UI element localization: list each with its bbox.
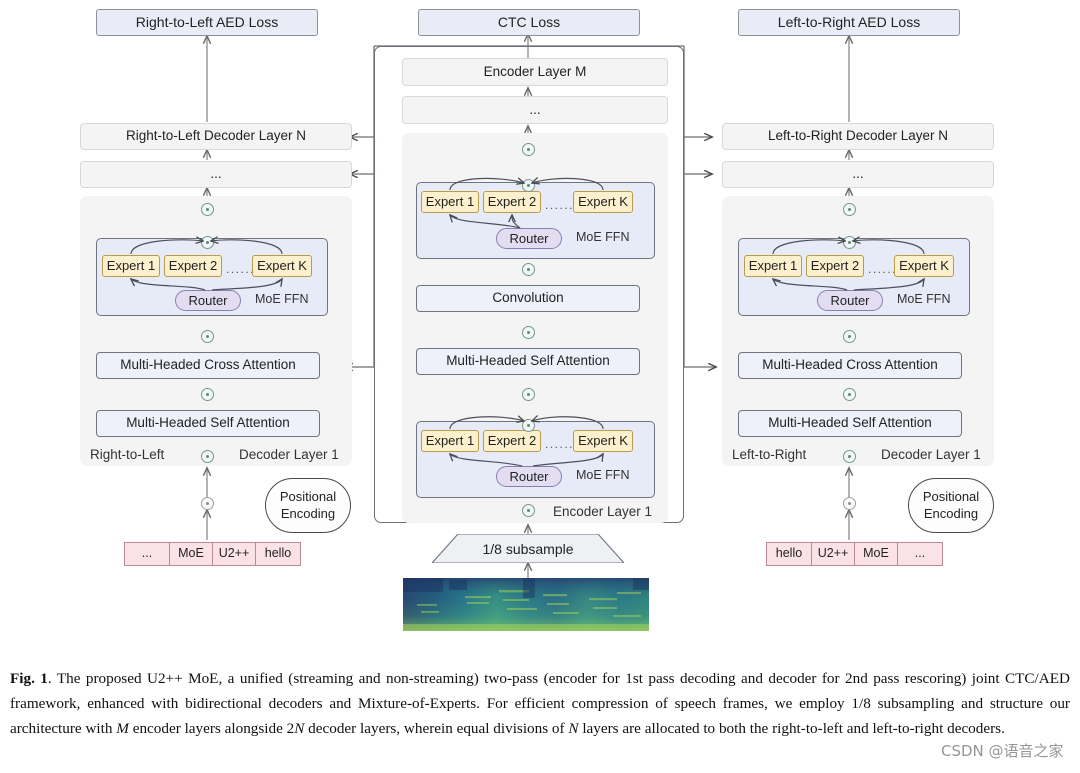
left-decoder-cross-attention: Multi-Headed Cross Attention: [96, 352, 320, 379]
encoder-upper-router: Router: [496, 228, 562, 249]
right-decoder-expert-2: Expert 2: [806, 255, 864, 277]
left-node-input-add: [201, 450, 214, 463]
right-token-2: MoE: [854, 542, 897, 566]
encoder-lower-moe-label: MoE FFN: [576, 468, 630, 482]
encoder-node-input-add: [522, 504, 535, 517]
left-node-crossattn-res: [201, 330, 214, 343]
right-token-3: ...: [897, 542, 943, 566]
right-decoder-expert-k: Expert K: [894, 255, 954, 277]
right-to-left-decoder-ellipsis-layer: ...: [80, 161, 352, 188]
caption-var-n-1: N: [294, 720, 305, 737]
right-decoder-token-strip: hello U2++ MoE ...: [766, 542, 943, 566]
caption-text-2: encoder layers alongside 2: [128, 720, 295, 737]
encoder-ellipsis-layer: ...: [402, 96, 668, 124]
left-decoder-expert-ellipsis: ......: [226, 262, 256, 276]
spectrogram-input: [403, 578, 649, 631]
right-decoder-layer-1-label: Decoder Layer 1: [881, 447, 981, 462]
caption-text-3: decoder layers, wherein equal divisions …: [304, 720, 569, 737]
right-pe-line-1: Positional: [922, 489, 980, 505]
right-node-moe-outer: [843, 203, 856, 216]
caption-figure-label: Fig. 1: [10, 670, 48, 687]
encoder-upper-moe-label: MoE FFN: [576, 230, 630, 244]
subsample-trapezoid: 1/8 subsample: [432, 534, 624, 563]
encoder-layer-m: Encoder Layer M: [402, 58, 668, 86]
right-decoder-expert-1: Expert 1: [744, 255, 802, 277]
left-node-moe-outer: [201, 203, 214, 216]
left-to-right-decoder-layer-n: Left-to-Right Decoder Layer N: [722, 123, 994, 150]
left-to-right-aed-loss-box: Left-to-Right AED Loss: [738, 9, 960, 36]
encoder-upper-expert-ellipsis: ......: [545, 198, 575, 212]
encoder-upper-expert-2: Expert 2: [483, 191, 541, 213]
right-positional-encoding: Positional Encoding: [908, 478, 994, 533]
ctc-loss-box: CTC Loss: [418, 9, 640, 36]
right-decoder-router: Router: [817, 290, 883, 311]
left-token-1: MoE: [169, 542, 212, 566]
caption-var-m: M: [116, 720, 129, 737]
right-decoder-expert-ellipsis: ......: [868, 262, 898, 276]
right-decoder-self-attention: Multi-Headed Self Attention: [738, 410, 962, 437]
encoder-lower-expert-2: Expert 2: [483, 430, 541, 452]
encoder-self-attention: Multi-Headed Self Attention: [416, 348, 640, 375]
left-decoder-expert-k: Expert K: [252, 255, 312, 277]
left-decoder-token-strip: ... MoE U2++ hello: [124, 542, 301, 566]
right-to-left-decoder-layer-n: Right-to-Left Decoder Layer N: [80, 123, 352, 150]
encoder-lower-expert-ellipsis: ......: [545, 437, 575, 451]
right-decoder-direction-label: Left-to-Right: [732, 447, 807, 462]
left-decoder-layer-1-label: Decoder Layer 1: [239, 447, 339, 462]
right-node-input-add: [843, 450, 856, 463]
encoder-convolution: Convolution: [416, 285, 640, 312]
left-token-2: U2++: [212, 542, 255, 566]
right-node-selfattn-res: [843, 388, 856, 401]
encoder-lower-expert-k: Expert K: [573, 430, 633, 452]
left-decoder-direction-label: Right-to-Left: [90, 447, 165, 462]
left-pe-line-1: Positional: [279, 489, 337, 505]
caption-var-n-2: N: [568, 720, 579, 737]
encoder-node-upper-moe-outer: [522, 143, 535, 156]
left-node-pe-add: [201, 497, 214, 510]
encoder-node-upper-moe-inner: [522, 179, 535, 192]
right-token-1: U2++: [811, 542, 854, 566]
left-decoder-expert-2: Expert 2: [164, 255, 222, 277]
subsample-label: 1/8 subsample: [482, 540, 574, 557]
encoder-node-selfattn-res: [522, 326, 535, 339]
encoder-node-lower-moe-inner: [522, 419, 535, 432]
figure-caption: Fig. 1. The proposed U2++ MoE, a unified…: [10, 666, 1070, 741]
right-token-0: hello: [766, 542, 811, 566]
left-decoder-expert-1: Expert 1: [102, 255, 160, 277]
left-decoder-self-attention: Multi-Headed Self Attention: [96, 410, 320, 437]
right-node-moe-inner: [843, 236, 856, 249]
left-positional-encoding: Positional Encoding: [265, 478, 351, 533]
right-decoder-moe-ffn-label: MoE FFN: [897, 292, 951, 306]
left-to-right-decoder-ellipsis-layer: ...: [722, 161, 994, 188]
left-node-selfattn-res: [201, 388, 214, 401]
right-decoder-cross-attention: Multi-Headed Cross Attention: [738, 352, 962, 379]
left-decoder-router: Router: [175, 290, 241, 311]
encoder-layer-1-label: Encoder Layer 1: [553, 504, 653, 519]
encoder-node-conv-res: [522, 263, 535, 276]
csdn-watermark: CSDN @语音之家: [941, 742, 1064, 760]
right-node-pe-add: [843, 497, 856, 510]
right-node-crossattn-res: [843, 330, 856, 343]
encoder-lower-router: Router: [496, 466, 562, 487]
figure-canvas: Right-to-Left AED Loss Right-to-Left Dec…: [0, 0, 1080, 773]
encoder-node-lower-moe-outer: [522, 388, 535, 401]
left-node-moe-inner: [201, 236, 214, 249]
right-to-left-aed-loss-box: Right-to-Left AED Loss: [96, 9, 318, 36]
left-token-0: ...: [124, 542, 169, 566]
encoder-upper-expert-k: Expert K: [573, 191, 633, 213]
left-token-3: hello: [255, 542, 301, 566]
left-decoder-moe-ffn-label: MoE FFN: [255, 292, 309, 306]
left-pe-line-2: Encoding: [280, 505, 336, 521]
encoder-lower-expert-1: Expert 1: [421, 430, 479, 452]
caption-text-4: layers are allocated to both the right-t…: [578, 720, 1005, 737]
spectrogram-image: [403, 578, 649, 631]
encoder-upper-expert-1: Expert 1: [421, 191, 479, 213]
right-pe-line-2: Encoding: [923, 505, 979, 521]
